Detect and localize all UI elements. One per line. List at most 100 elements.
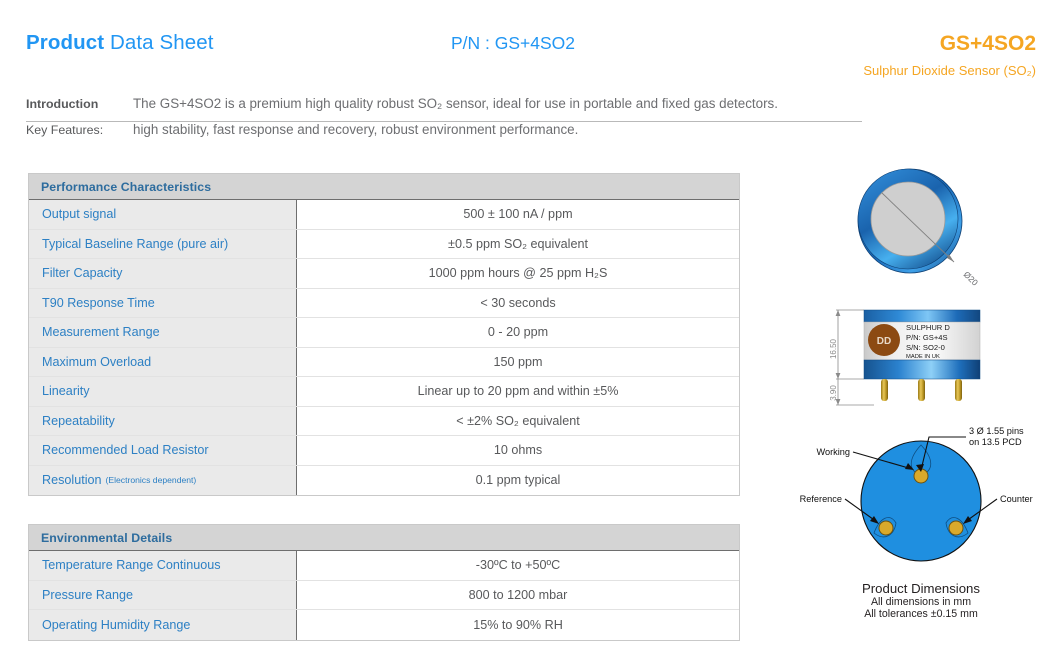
row-value-cell: < ±2% SO₂ equivalent [297, 406, 739, 435]
row-label-cell: Temperature Range Continuous [29, 551, 297, 580]
pin-reference [878, 520, 894, 536]
row-label-cell: T90 Response Time [29, 288, 297, 317]
table-header-row: Performance Characteristics [29, 174, 739, 200]
row-label-text: T90 Response Time [42, 295, 155, 310]
sensor-label-line-2: P/N: GS+4S [906, 333, 948, 342]
table-row: Recommended Load Resistor 10 ohms [29, 436, 739, 466]
sensor-bottom-view-diagram: 3 Ø 1.55 pins on 13.5 PCD Working Refere… [800, 426, 1033, 562]
sensor-pin-right [955, 379, 962, 401]
table-row: Filter Capacity 1000 ppm hours @ 25 ppm H… [29, 259, 739, 289]
row-label-text: Resolution [42, 473, 102, 488]
table-row: Operating Humidity Range 15% to 90% RH [29, 610, 739, 640]
sensor-bottom-cap [863, 359, 981, 380]
performance-characteristics-table: Performance Characteristics Output signa… [28, 173, 740, 496]
reference-label: Reference [800, 494, 842, 504]
manufacturer-logo-text: DD [877, 336, 891, 347]
page-title-bold: Product [26, 31, 105, 54]
introduction-row: Introduction The GS+4SO2 is a premium hi… [26, 96, 862, 122]
part-number-heading: P/N : GS+4SO2 [451, 33, 576, 53]
table-row: T90 Response Time < 30 seconds [29, 288, 739, 318]
row-label-cell: Repeatability [29, 406, 297, 435]
sensor-label-line-3: S/N: SO2-0 [906, 343, 945, 352]
sensor-top-cap [863, 309, 981, 323]
row-label-text: Operating Humidity Range [42, 617, 191, 632]
table-row: Typical Baseline Range (pure air) ±0.5 pp… [29, 229, 739, 259]
row-label-cell: Output signal [29, 200, 297, 229]
dimensions-caption: Product Dimensions All dimensions in mm … [782, 581, 1060, 620]
row-label-cell: Measurement Range [29, 318, 297, 347]
row-label-cell: Filter Capacity [29, 259, 297, 288]
row-value-cell: 10 ohms [297, 436, 739, 465]
product-dimensions-panel: Ø20 16.50 3.90 DD SULPHUR D P/N: GS+4S S… [782, 163, 1060, 633]
performance-table-body: Output signal 500 ± 100 nA / ppm Typical B… [29, 200, 739, 495]
row-label-text: Measurement Range [42, 325, 160, 340]
pin-callout-line-2: on 13.5 PCD [969, 437, 1022, 447]
pin-counter [948, 520, 964, 536]
dimensions-caption-line-2: All tolerances ±0.15 mm [864, 608, 978, 620]
pin-callout-line-1: 3 Ø 1.55 pins [969, 426, 1024, 436]
row-label-cell: Maximum Overload [29, 347, 297, 376]
sensor-top-view-diagram: Ø20 [857, 168, 981, 288]
introduction-label: Introduction [26, 97, 99, 111]
dimensions-caption-title: Product Dimensions [861, 581, 980, 596]
dimensions-caption-line-1: All dimensions in mm [870, 596, 972, 608]
table-row: Linearity Linear up to 20 ppm and within … [29, 377, 739, 407]
table-row: Resolution (Electronics dependent) 0.1 ppm… [29, 465, 739, 495]
sensor-pin-left [881, 379, 888, 401]
environmental-details-table: Environmental Details Temperature Range … [28, 524, 740, 641]
row-label-cell: Recommended Load Resistor [29, 436, 297, 465]
row-value-cell: 1000 ppm hours @ 25 ppm H₂S [297, 259, 739, 288]
row-value-cell: 500 ± 100 nA / ppm [297, 200, 739, 229]
row-value-cell: < 30 seconds [297, 288, 739, 317]
page-title: Product Data Sheet [26, 31, 214, 55]
row-value-cell: 15% to 90% RH [297, 610, 739, 640]
row-label-cell: Operating Humidity Range [29, 610, 297, 640]
counter-label: Counter [1000, 494, 1033, 504]
table-header-label: Performance Characteristics [41, 179, 212, 194]
height-dimension-arrow-top [835, 310, 841, 316]
row-label-text: Output signal [42, 207, 117, 222]
key-features-row: Key Features: high stability, fast respo… [26, 122, 862, 147]
row-label-text: Temperature Range Continuous [42, 558, 221, 573]
diameter-dimension-label: Ø20 [962, 269, 981, 288]
table-row: Output signal 500 ± 100 nA / ppm [29, 200, 739, 230]
environmental-table-body: Temperature Range Continuous -30ºC to +50… [29, 551, 739, 640]
row-value-cell: 0.1 ppm typical [297, 465, 739, 495]
row-label-cell: Resolution (Electronics dependent) [29, 465, 297, 495]
table-row: Measurement Range 0 - 20 ppm [29, 318, 739, 348]
row-label-note: (Electronics dependent) [105, 475, 197, 486]
sensor-label-line-4: MADE IN UK [906, 354, 940, 360]
row-value-cell: 800 to 1200 mbar [297, 580, 739, 609]
key-features-label: Key Features: [26, 123, 104, 137]
row-label-text: Maximum Overload [42, 354, 152, 369]
sensor-pin-middle [918, 379, 925, 401]
row-label-text: Repeatability [42, 413, 115, 428]
height-dimension-arrow-bottom [835, 373, 841, 379]
page-title-rest: Data Sheet [104, 31, 214, 54]
row-value-cell: 150 ppm [297, 347, 739, 376]
page-header: Product Data Sheet P/N : GS+4SO2 GS+4SO2… [0, 0, 1060, 88]
working-label: Working [816, 447, 850, 457]
row-value-cell: ±0.5 ppm SO₂ equivalent [297, 229, 739, 258]
table-row: Pressure Range 800 to 1200 mbar [29, 580, 739, 610]
row-label-text: Recommended Load Resistor [42, 443, 209, 458]
table-header-row: Environmental Details [29, 525, 739, 551]
row-label-text: Linearity [42, 384, 90, 399]
table-row: Repeatability < ±2% SO₂ equivalent [29, 406, 739, 436]
pin-dimension-label: 3.90 [830, 385, 838, 401]
table-row: Maximum Overload 150 ppm [29, 347, 739, 377]
row-label-text: Pressure Range [42, 587, 134, 602]
introduction-text: The GS+4SO2 is a premium high quality ro… [133, 96, 778, 111]
row-value-cell: Linear up to 20 ppm and within ±5% [297, 377, 739, 406]
table-row: Temperature Range Continuous -30ºC to +50… [29, 551, 739, 581]
row-label-cell: Pressure Range [29, 580, 297, 609]
height-dimension-label: 16.50 [830, 338, 838, 359]
row-value-cell: 0 - 20 ppm [297, 318, 739, 347]
row-label-cell: Linearity [29, 377, 297, 406]
sensor-label-line-1: SULPHUR D [906, 323, 950, 332]
product-subtitle: Sulphur Dioxide Sensor (SO₂) [863, 63, 1036, 78]
sensor-side-view-diagram: 16.50 3.90 DD SULPHUR D P/N: GS+4S S/N: … [830, 309, 981, 406]
key-features-text: high stability, fast response and recove… [133, 122, 579, 137]
row-label-cell: Typical Baseline Range (pure air) [29, 229, 297, 258]
row-label-text: Filter Capacity [42, 266, 123, 281]
